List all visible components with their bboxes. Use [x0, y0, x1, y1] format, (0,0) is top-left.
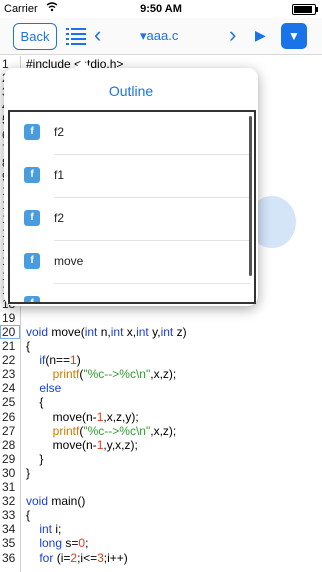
code-line[interactable]: 25 { — [0, 395, 322, 410]
line-code: } — [26, 451, 44, 466]
battery-icon — [292, 4, 318, 15]
code-line[interactable]: 36 for (i=2;i<=3;i++) — [0, 551, 322, 566]
line-code: else — [39, 381, 62, 396]
item-divider — [54, 283, 250, 284]
outline-popover: Outline f f move f f2 f f1 f f2 — [4, 60, 258, 306]
function-icon: f — [24, 253, 40, 269]
function-icon: f — [24, 124, 40, 140]
line-code: { — [26, 508, 31, 523]
line-number: 34 — [2, 522, 16, 537]
line-number: 29 — [2, 451, 16, 466]
chevron-right-icon[interactable]: › — [229, 22, 236, 48]
line-code: move(n-1,x,z,y); — [26, 409, 139, 424]
code-line[interactable]: 27 printf("%c-->%c\n",x,z); — [0, 424, 322, 439]
line-code: move(n-1,y,x,z); — [26, 437, 138, 452]
outline-item-label: move — [54, 254, 84, 268]
line-code: void main() — [26, 494, 86, 509]
line-code: if(n==1) — [39, 353, 81, 368]
line-number: 35 — [2, 536, 16, 551]
code-line[interactable]: 20 void move(int n,int x,int y,int z) — [0, 324, 322, 340]
line-number: 19 — [2, 310, 16, 325]
line-number: 23 — [2, 367, 16, 382]
outline-list-icon[interactable] — [66, 27, 86, 45]
code-line[interactable]: 32 void main() — [0, 494, 322, 509]
play-icon[interactable]: ▶ — [255, 27, 266, 44]
outline-item[interactable]: f — [10, 284, 250, 302]
code-line[interactable]: 21 { — [0, 339, 322, 354]
line-code: printf("%c-->%c\n",x,z); — [52, 423, 177, 438]
code-line[interactable]: 23 printf("%c-->%c\n",x,z); — [0, 367, 322, 382]
line-number: 31 — [2, 480, 16, 494]
editor-toolbar: Back ‹ ▾aaa.c › ▶ ▼ — [0, 18, 322, 55]
code-line[interactable]: 31 — [0, 480, 322, 495]
back-button[interactable]: Back — [13, 23, 57, 50]
line-number: 36 — [2, 550, 16, 565]
file-name: aaa.c — [146, 28, 179, 43]
line-number: 27 — [2, 423, 16, 438]
line-number: 26 — [2, 409, 16, 424]
code-line[interactable]: 24 else — [0, 381, 322, 396]
item-divider — [54, 154, 250, 155]
chevron-down-button[interactable]: ▼ — [281, 23, 307, 49]
line-number: 25 — [2, 395, 16, 410]
line-number: 28 — [2, 437, 16, 452]
line-code: long s=0; — [39, 536, 89, 551]
code-line[interactable]: 35 long s=0; — [0, 536, 322, 551]
popover-arrow — [74, 60, 92, 69]
popover-title: Outline — [108, 83, 154, 99]
outline-item[interactable]: f f2 — [10, 112, 250, 155]
line-number: 32 — [2, 494, 16, 509]
outline-item[interactable]: f f2 — [10, 198, 250, 241]
item-divider — [54, 240, 250, 241]
line-code: int i; — [39, 522, 62, 537]
code-line[interactable]: 34 int i; — [0, 522, 322, 537]
outline-item-label: f1 — [54, 168, 65, 182]
status-bar: Carrier 9:50 AM — [0, 0, 322, 18]
outline-item[interactable]: f move — [10, 241, 250, 284]
line-number: 22 — [2, 353, 16, 368]
function-icon: f — [24, 167, 40, 183]
line-number: 33 — [2, 508, 16, 523]
code-line[interactable]: 26 move(n-1,x,z,y); — [0, 410, 322, 425]
item-divider — [54, 197, 250, 198]
code-line[interactable]: 30} — [0, 466, 322, 481]
scrollbar[interactable] — [249, 116, 252, 276]
line-number: 30 — [2, 465, 16, 480]
status-time: 9:50 AM — [140, 3, 182, 15]
function-icon: f — [24, 296, 40, 302]
code-line[interactable]: 22 if(n==1) — [0, 353, 322, 368]
line-number: 20 — [2, 324, 16, 339]
line-code: void move(int n,int x,int y,int z) — [26, 324, 187, 339]
code-line[interactable]: 33 { — [0, 508, 322, 523]
function-icon: f — [24, 210, 40, 226]
line-code: { — [26, 395, 44, 410]
line-number: 21 — [2, 339, 16, 353]
outline-item[interactable]: f f1 — [10, 155, 250, 198]
outline-item-label: f2 — [54, 211, 65, 225]
file-selector[interactable]: ▾aaa.c — [140, 28, 178, 44]
line-code: { — [26, 339, 31, 353]
code-line[interactable]: 29 } — [0, 452, 322, 467]
line-number: 24 — [2, 381, 16, 396]
line-code: printf("%c-->%c\n",x,z); — [52, 367, 177, 382]
outline-list[interactable]: f f move f f2 f f1 f f2 — [8, 110, 256, 304]
outline-item-label: f2 — [54, 125, 65, 139]
chevron-left-icon[interactable]: ‹ — [94, 22, 101, 48]
line-code: for (i=2;i<=3;i++) — [39, 550, 128, 565]
code-line[interactable]: 28 move(n-1,y,x,z); — [0, 438, 322, 453]
line-code: } — [26, 465, 31, 480]
code-line[interactable]: 19 — [0, 311, 322, 326]
